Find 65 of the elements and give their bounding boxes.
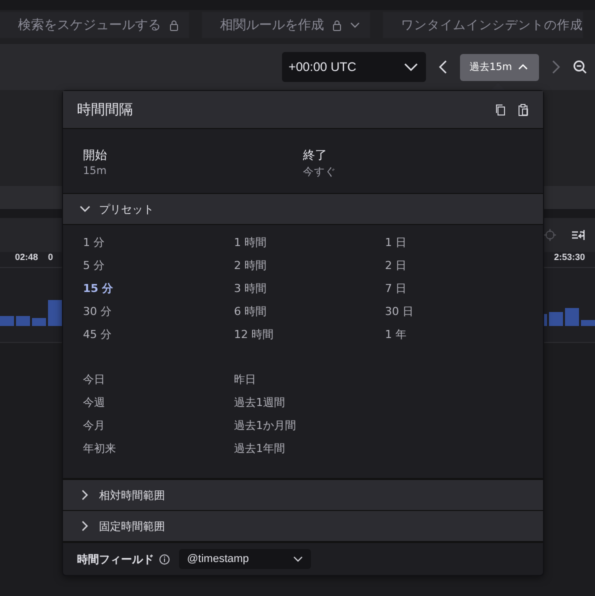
preset-option[interactable]: 1 分 xyxy=(83,235,234,250)
preset-option[interactable]: 1 時間 xyxy=(234,235,385,250)
preset-option[interactable]: 45 分 xyxy=(83,327,234,342)
preset-option[interactable]: 5 分 xyxy=(83,258,234,273)
zoom-out-icon[interactable] xyxy=(573,60,587,74)
info-icon[interactable] xyxy=(159,554,170,564)
preset-option[interactable]: 7 日 xyxy=(385,281,536,296)
preset-option[interactable]: 30 日 xyxy=(385,304,536,319)
histogram-bar xyxy=(549,312,563,326)
preset-option[interactable]: 1 日 xyxy=(385,235,536,250)
wrap-icon[interactable] xyxy=(571,228,585,242)
preset-option[interactable]: 2 時間 xyxy=(234,258,385,273)
histogram-bar xyxy=(0,316,14,326)
preset-option[interactable]: 2 日 xyxy=(385,258,536,273)
caret-icon xyxy=(404,63,418,71)
crosshair-icon[interactable] xyxy=(543,228,557,242)
end-value[interactable]: 今すぐ xyxy=(303,165,523,179)
action-tab[interactable]: 検索をスケジュールする xyxy=(0,12,189,38)
time-field-select[interactable]: @timestamp xyxy=(179,549,311,569)
histogram-bar xyxy=(48,300,62,326)
time-range-button[interactable]: 過去15m xyxy=(460,54,539,80)
chevron-icon xyxy=(79,205,91,213)
preset-option[interactable]: 6 時間 xyxy=(234,304,385,319)
start-value[interactable]: 15m xyxy=(83,165,303,177)
end-label: 終了 xyxy=(303,147,328,164)
section-header[interactable]: 固定時間範囲 xyxy=(63,511,543,542)
chevron-icon xyxy=(81,520,89,532)
lock-icon xyxy=(332,20,342,30)
preset-option[interactable]: 今週 xyxy=(83,395,234,410)
caret-icon xyxy=(350,22,360,28)
histogram-bar xyxy=(32,318,46,326)
histogram-bar xyxy=(581,320,595,326)
chevron-icon xyxy=(81,489,89,501)
preset-option[interactable]: 1 年 xyxy=(385,327,536,342)
preset-option[interactable]: 3 時間 xyxy=(234,281,385,296)
action-tab[interactable]: 相関ルールを作成 xyxy=(202,12,370,38)
next-icon[interactable] xyxy=(552,60,560,74)
histogram-bar xyxy=(565,308,579,326)
axis-tick-label: 0 xyxy=(48,252,54,264)
axis-tick-label: 02:48 xyxy=(15,252,38,264)
axis-tick-label: 2:53:30 xyxy=(554,252,585,262)
caret-up-icon xyxy=(518,64,528,70)
preset-option[interactable]: 過去1か月間 xyxy=(234,418,385,433)
preset-option[interactable]: 12 時間 xyxy=(234,327,385,342)
timezone-select[interactable]: +00:00 UTC xyxy=(282,52,426,82)
start-label: 開始 xyxy=(83,147,108,164)
preset-option[interactable]: 年初来 xyxy=(83,441,234,456)
preset-option[interactable]: 過去1週間 xyxy=(234,395,385,410)
preset-option[interactable]: 今日 xyxy=(83,372,234,387)
presets-header[interactable]: プリセット xyxy=(63,194,543,225)
preset-option[interactable]: 今月 xyxy=(83,418,234,433)
lock-icon xyxy=(169,20,179,30)
previous-icon[interactable] xyxy=(438,60,447,74)
preset-option[interactable]: 昨日 xyxy=(234,372,385,387)
action-tab[interactable]: ワンタイムインシデントの作成 xyxy=(383,12,583,38)
preset-option[interactable]: 30 分 xyxy=(83,304,234,319)
preset-option[interactable]: 過去1年間 xyxy=(234,441,385,456)
time-field-label: 時間フィールド xyxy=(77,552,154,566)
section-header[interactable]: 相対時間範囲 xyxy=(63,479,543,511)
preset-option[interactable]: 15 分 xyxy=(83,281,234,296)
paste-icon[interactable] xyxy=(518,104,529,116)
histogram-bar xyxy=(16,316,30,326)
caret-icon xyxy=(293,556,303,562)
popover-title: 時間間隔 xyxy=(77,100,133,118)
copy-icon[interactable] xyxy=(495,104,506,116)
